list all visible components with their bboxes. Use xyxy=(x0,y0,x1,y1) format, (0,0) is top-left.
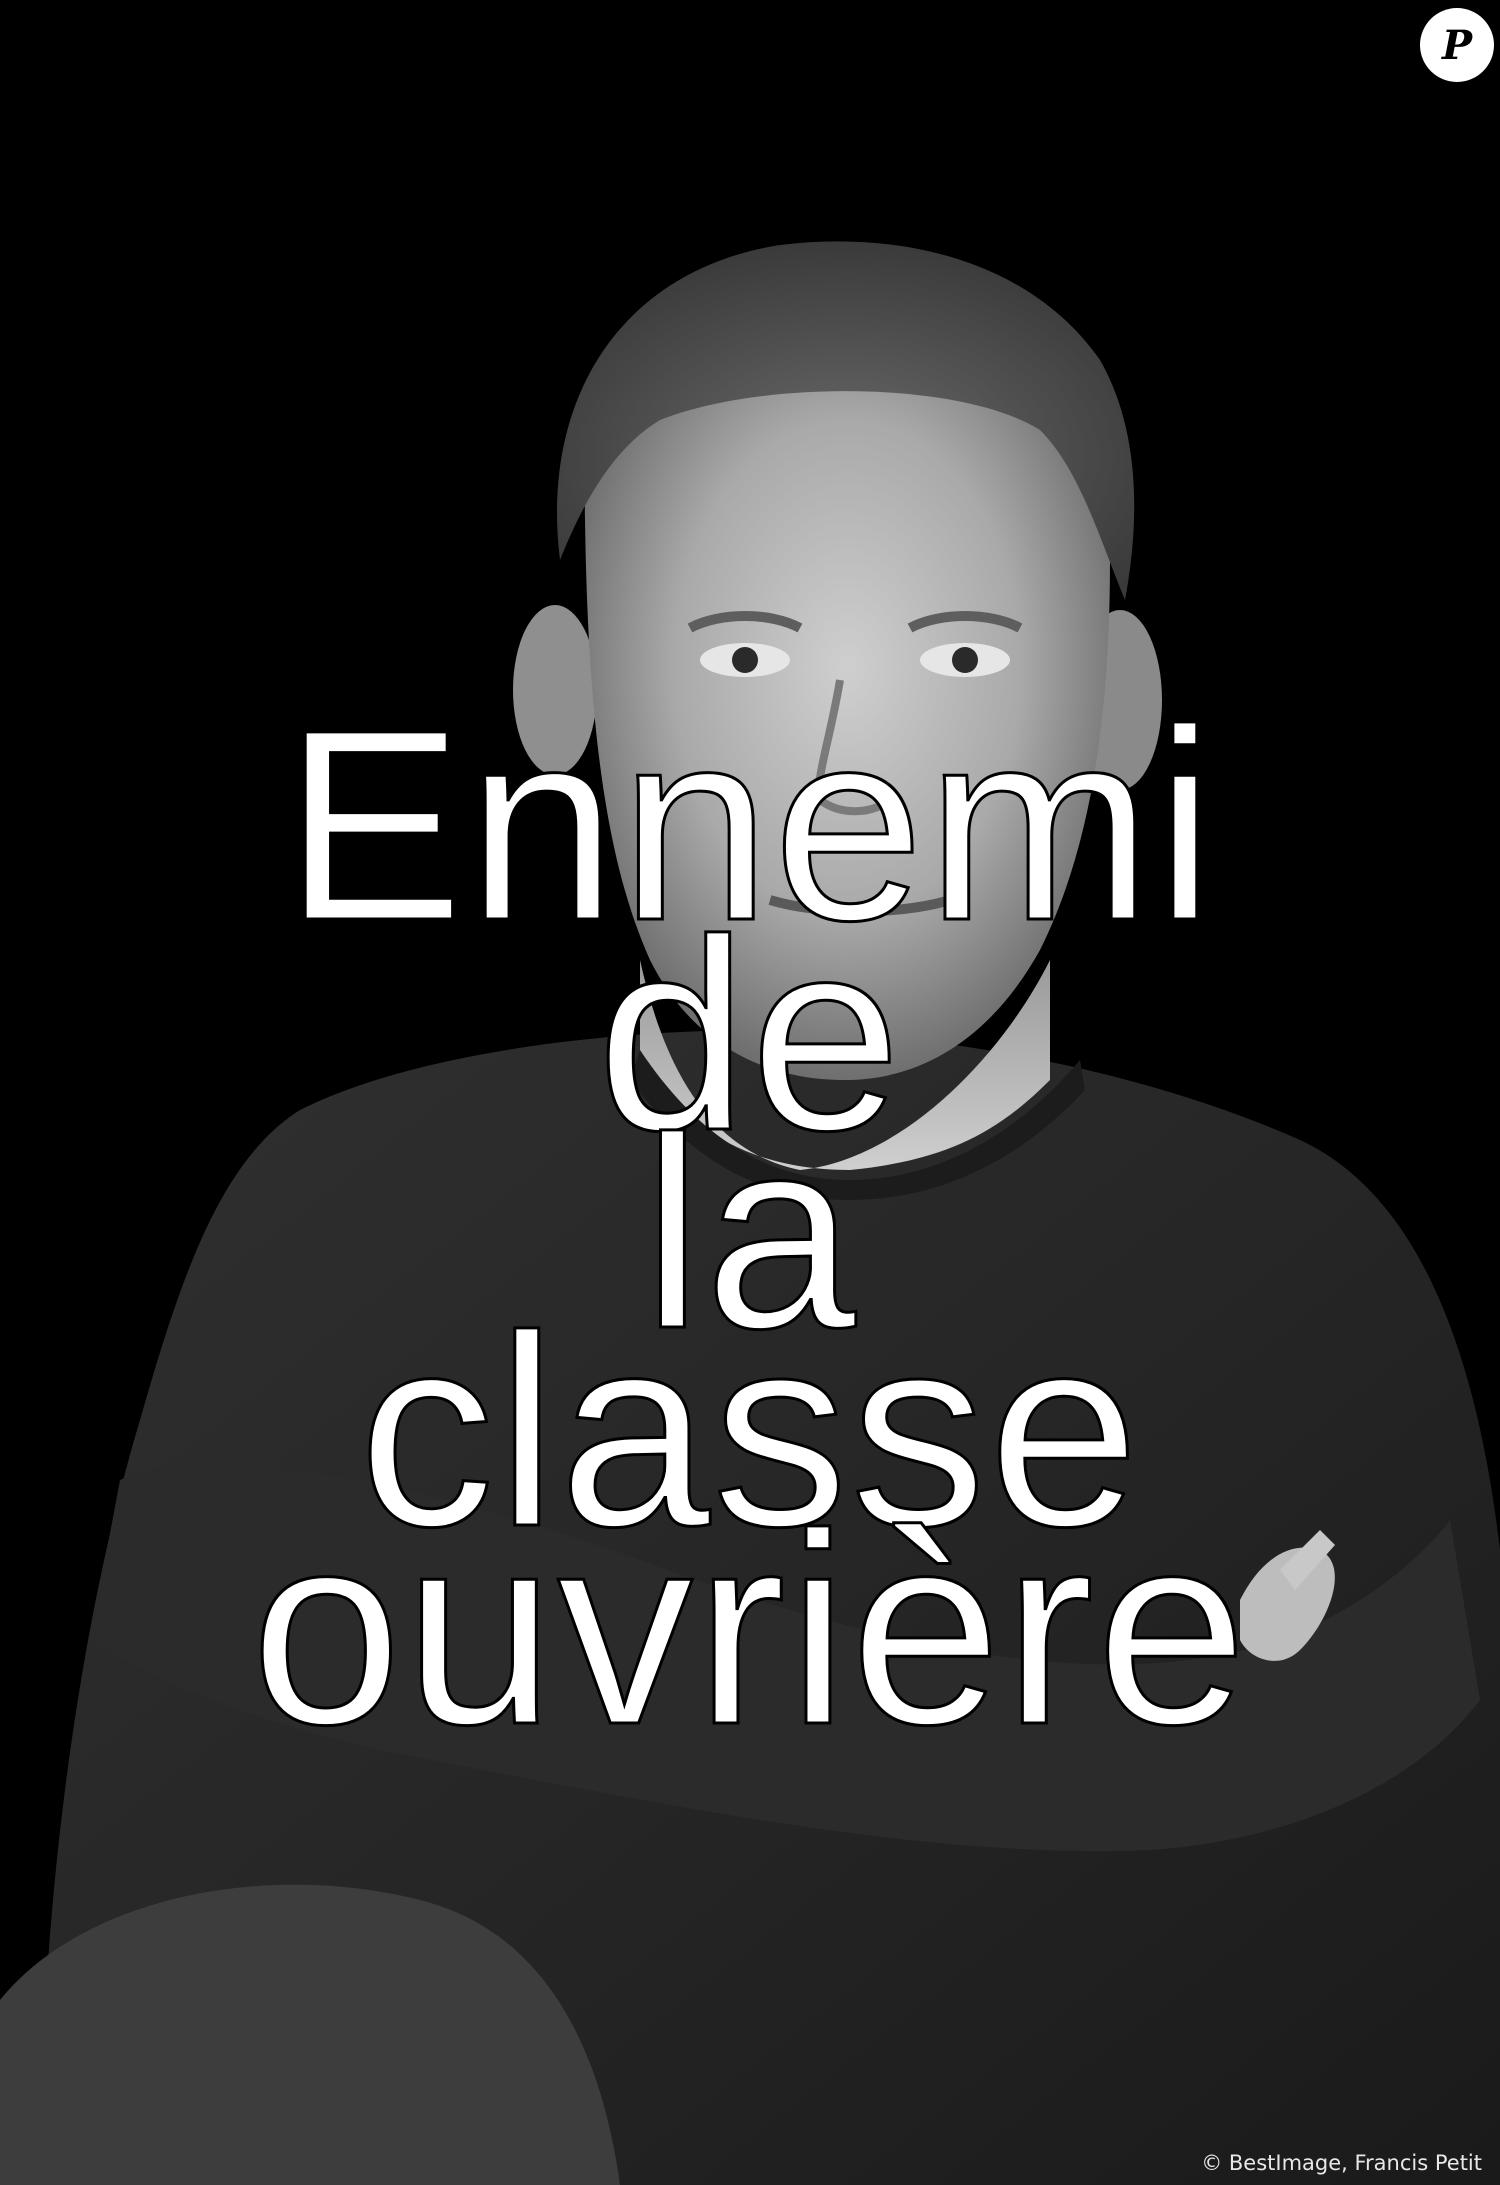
publication-logo-icon: P xyxy=(1420,8,1494,82)
overlay-caption: Ennemi de la classe ouvrière xyxy=(0,688,1500,1781)
photo-credit: © BestImage, Francis Petit xyxy=(1201,2151,1482,2175)
caption-line: ouvrière xyxy=(249,1477,1250,1781)
image-canvas: Ennemi de la classe ouvrière P © BestIma… xyxy=(0,0,1500,2185)
logo-letter: P xyxy=(1441,21,1473,69)
